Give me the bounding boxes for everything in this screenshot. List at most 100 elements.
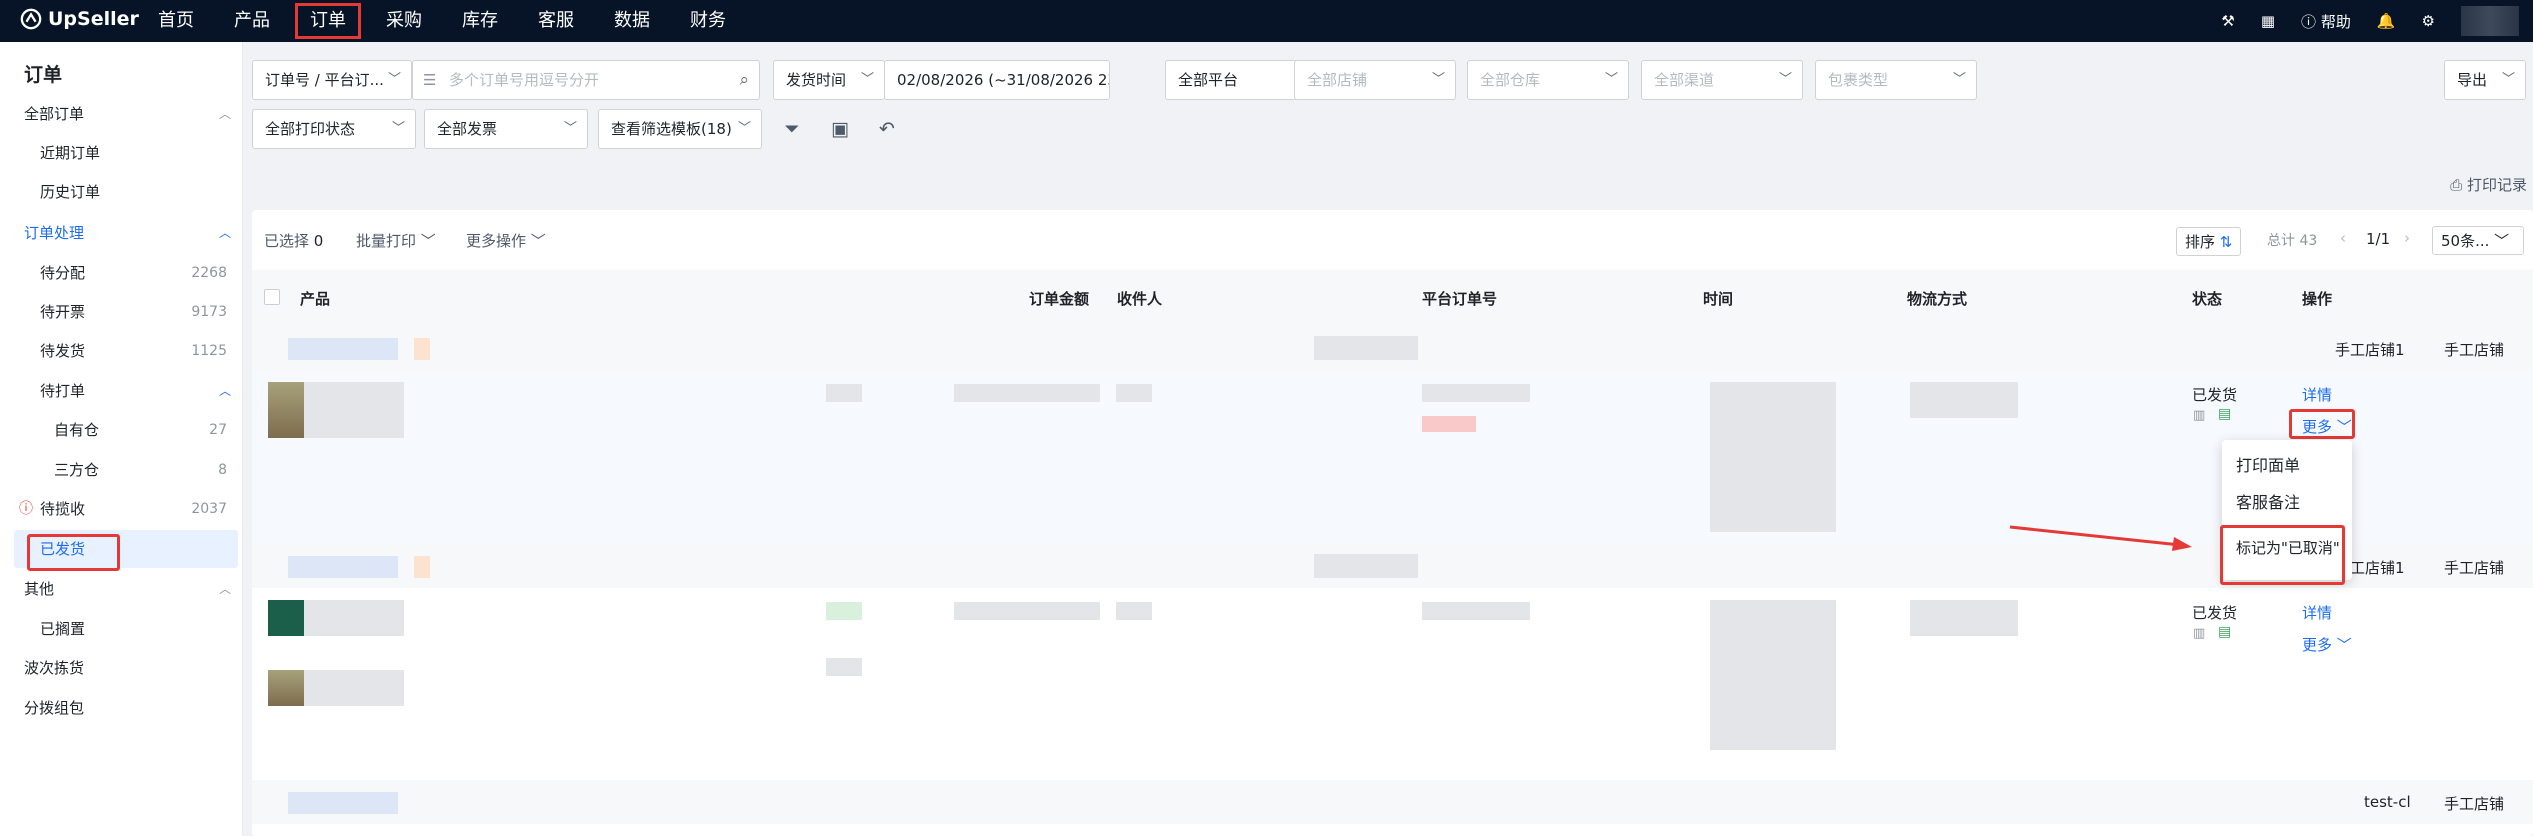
sidebar-label: 待打单 xyxy=(40,382,86,400)
sidebar-label: 待分配 xyxy=(40,264,86,282)
chevron-up-icon: ︿ xyxy=(218,582,231,596)
nav-purchase[interactable]: 采购 xyxy=(368,0,440,42)
redacted-block xyxy=(826,658,862,676)
shop-name: 手工店铺 xyxy=(2444,795,2505,813)
nav-customer-service[interactable]: 客服 xyxy=(520,0,592,42)
redacted-block xyxy=(304,600,404,636)
nav-products[interactable]: 产品 xyxy=(216,0,288,42)
select-all-checkbox[interactable] xyxy=(264,289,280,305)
barcode-icon[interactable]: ▥ xyxy=(2193,626,2205,641)
col-product: 产品 xyxy=(300,290,331,308)
menu-item-print-label[interactable]: 打印面单 xyxy=(2236,452,2300,476)
redacted-block xyxy=(1314,336,1418,360)
order-more-dropdown[interactable]: 更多 ﹀ xyxy=(2302,634,2352,655)
chevron-up-icon: ︿ xyxy=(218,107,231,121)
order-type-select[interactable]: 订单号 / 平台订... ﹀ xyxy=(252,60,412,100)
col-time: 时间 xyxy=(1703,290,1734,308)
more-ops-dropdown[interactable]: 更多操作 ﹀ xyxy=(466,230,546,251)
sidebar-item-history[interactable]: 历史订单 xyxy=(0,173,243,211)
sidebar-item-to-invoice[interactable]: 待开票 9173 xyxy=(0,293,243,331)
apps-grid-icon[interactable]: ▦ xyxy=(2261,12,2275,30)
sidebar-item-wave-picking[interactable]: 波次拣货 xyxy=(0,649,243,687)
sidebar-label: 波次拣货 xyxy=(24,659,85,677)
help-label: 帮助 xyxy=(2320,12,2351,31)
nav-finance[interactable]: 财务 xyxy=(672,0,744,42)
invoice-select[interactable]: 全部发票 ﹀ xyxy=(424,109,588,149)
total-count: 总计 43 xyxy=(2267,233,2318,249)
gear-icon[interactable]: ⚙ xyxy=(2422,12,2435,30)
sidebar-item-shelved[interactable]: 已搁置 xyxy=(0,610,243,648)
search-icon[interactable]: ⌕ xyxy=(739,61,749,99)
order-status: 已发货 xyxy=(2192,604,2238,622)
order-detail-link[interactable]: 详情 xyxy=(2302,384,2332,405)
sidebar-group-other[interactable]: 其他 ︿ xyxy=(0,570,243,608)
export-button[interactable]: 导出 ﹀ xyxy=(2444,60,2526,100)
date-range-input[interactable]: 02/08/2026 (~31/08/2026 23 xyxy=(884,60,1110,100)
package-type-select[interactable]: 包裹类型 ﹀ xyxy=(1815,60,1977,100)
redacted-block xyxy=(954,384,1100,402)
annotation-arrow xyxy=(2009,525,2192,551)
undo-icon[interactable]: ↶ xyxy=(872,114,902,144)
sidebar-count: 2268 xyxy=(191,265,227,281)
sidebar-group-processing[interactable]: 订单处理 ︿ xyxy=(0,214,243,252)
sidebar-item-own-warehouse[interactable]: 自有仓 27 xyxy=(0,411,243,449)
chevron-down-icon: ﹀ xyxy=(860,72,874,87)
page-size-select[interactable]: 50条... ﹀ xyxy=(2432,226,2524,255)
sidebar-item-to-pickup[interactable]: ⓘ 待揽收 2037 xyxy=(0,490,243,528)
sidebar-item-sort-pack[interactable]: 分拨组包 xyxy=(0,689,243,727)
sidebar-item-third-party-warehouse[interactable]: 三方仓 8 xyxy=(0,451,243,489)
nav-data[interactable]: 数据 xyxy=(596,0,668,42)
chevron-down-icon: ﹀ xyxy=(2501,72,2515,87)
brand-logo[interactable]: UpSeller xyxy=(20,8,139,30)
redacted-block xyxy=(288,556,398,578)
order-row: 已发货 ▥ ▤ 详情 更多 ﹀ xyxy=(252,588,2533,768)
sidebar: 订单 全部订单 ︿ 近期订单 历史订单 订单处理 ︿ 待分配 2268 待开票 9173… xyxy=(0,42,243,836)
sort-button[interactable]: 排序 ⇅ xyxy=(2176,227,2242,256)
product-thumbnail xyxy=(268,382,304,438)
sidebar-item-to-assign[interactable]: 待分配 2268 xyxy=(0,254,243,292)
page-indicator: 1/1 xyxy=(2366,230,2391,248)
print-log-link[interactable]: ⎙ 打印记录 xyxy=(2450,174,2527,195)
redacted-block xyxy=(304,670,404,706)
filter-template-select[interactable]: 查看筛选模板(18) ﹀ xyxy=(598,109,762,149)
redacted-block xyxy=(288,338,398,360)
time-type-select[interactable]: 发货时间 ﹀ xyxy=(773,60,885,100)
table-header: 产品 订单金额 收件人 平台订单号 时间 物流方式 状态 操作 xyxy=(252,270,2533,326)
tools-icon[interactable]: ⚒ xyxy=(2221,12,2234,30)
redacted-block xyxy=(288,792,398,814)
next-page-icon[interactable]: › xyxy=(2404,229,2410,247)
nav-inventory[interactable]: 库存 xyxy=(444,0,516,42)
help-button[interactable]: ⓘ 帮助 xyxy=(2301,11,2351,32)
redacted-block xyxy=(826,384,862,402)
save-icon[interactable]: ▣ xyxy=(825,114,855,144)
filter-icon[interactable]: ⏷ xyxy=(777,114,807,144)
nav-home[interactable]: 首页 xyxy=(140,0,212,42)
chevron-up-icon: ︿ xyxy=(218,384,231,398)
channel-select[interactable]: 全部渠道 ﹀ xyxy=(1641,60,1803,100)
col-amount: 订单金额 xyxy=(1029,290,1090,308)
barcode-icon[interactable]: ▥ xyxy=(2193,408,2205,423)
chevron-down-icon: ﹀ xyxy=(387,72,401,87)
print-status-select[interactable]: 全部打印状态 ﹀ xyxy=(252,109,416,149)
batch-print-dropdown[interactable]: 批量打印 ﹀ xyxy=(356,230,436,251)
sidebar-item-recent[interactable]: 近期订单 xyxy=(0,134,243,172)
select-value: 全部发票 xyxy=(437,120,498,138)
sidebar-group-to-print[interactable]: 待打单 ︿ xyxy=(0,372,243,410)
user-avatar[interactable] xyxy=(2461,6,2519,36)
sidebar-count: 1125 xyxy=(191,343,227,359)
redacted-block xyxy=(1910,382,2018,418)
menu-item-cs-note[interactable]: 客服备注 xyxy=(2236,489,2300,513)
document-icon[interactable]: ▤ xyxy=(2218,624,2231,640)
prev-page-icon[interactable]: ‹ xyxy=(2340,229,2346,247)
warehouse-select[interactable]: 全部仓库 ﹀ xyxy=(1467,60,1629,100)
nav-orders[interactable]: 订单 xyxy=(292,0,364,42)
highlight-box-shipped xyxy=(27,534,120,571)
document-icon[interactable]: ▤ xyxy=(2218,406,2231,422)
sidebar-item-to-ship[interactable]: 待发货 1125 xyxy=(0,332,243,370)
search-input[interactable]: ☰ 多个订单号用逗号分开 ⌕ xyxy=(412,60,760,100)
order-detail-link[interactable]: 详情 xyxy=(2302,602,2332,623)
store-select[interactable]: 全部店铺 ﹀ xyxy=(1294,60,1456,100)
redacted-block xyxy=(1422,384,1530,402)
sidebar-group-all-orders[interactable]: 全部订单 ︿ xyxy=(0,95,243,133)
bell-icon[interactable]: 🔔 xyxy=(2377,12,2396,30)
